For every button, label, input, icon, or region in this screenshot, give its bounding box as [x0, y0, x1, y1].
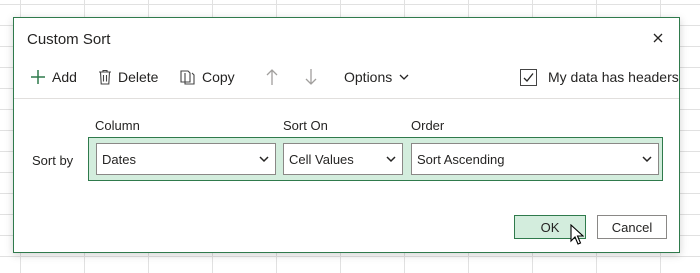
sort-by-label: Sort by	[32, 153, 74, 168]
headers-checkbox[interactable]	[520, 68, 537, 86]
ok-label: OK	[540, 219, 560, 235]
order-header: Order	[411, 118, 445, 133]
add-label: Add	[52, 69, 77, 85]
copy-level-button[interactable]: Copy	[180, 66, 235, 88]
close-icon	[653, 33, 663, 43]
copy-label: Copy	[202, 69, 235, 85]
plus-icon	[31, 70, 45, 84]
delete-label: Delete	[118, 69, 159, 85]
sort-on-header: Sort On	[283, 118, 328, 133]
ok-button[interactable]: OK	[514, 215, 586, 239]
move-up-button[interactable]	[264, 67, 280, 87]
chevron-down-icon	[642, 156, 652, 163]
column-select[interactable]: Dates	[96, 143, 276, 175]
order-select[interactable]: Sort Ascending	[411, 143, 659, 175]
toolbar-divider	[14, 98, 679, 99]
chevron-down-icon	[399, 74, 409, 80]
options-button[interactable]: Options	[344, 66, 410, 88]
dialog-title: Custom Sort	[27, 31, 111, 48]
copy-icon	[180, 70, 195, 85]
arrow-down-icon	[305, 69, 317, 85]
column-header: Column	[95, 118, 140, 133]
cancel-label: Cancel	[611, 219, 653, 235]
delete-level-button[interactable]: Delete	[98, 66, 158, 88]
arrow-up-icon	[266, 69, 278, 85]
options-label: Options	[344, 69, 393, 85]
trash-icon	[99, 69, 111, 85]
column-select-value: Dates	[102, 151, 136, 167]
sort-on-select-value: Cell Values	[289, 151, 354, 167]
sort-on-select[interactable]: Cell Values	[283, 143, 403, 175]
close-button[interactable]	[647, 27, 669, 49]
move-down-button[interactable]	[303, 67, 319, 87]
add-level-button[interactable]: Add	[30, 66, 77, 88]
checkmark-icon	[523, 72, 534, 82]
order-select-value: Sort Ascending	[417, 151, 505, 167]
cancel-button[interactable]: Cancel	[597, 215, 667, 239]
chevron-down-icon	[259, 156, 269, 163]
headers-checkbox-label: My data has headers	[548, 69, 679, 85]
chevron-down-icon	[386, 156, 396, 163]
my-data-has-headers-toggle[interactable]: My data has headers	[520, 67, 679, 87]
custom-sort-dialog: Custom Sort Add Delete Copy Options My d…	[13, 17, 680, 253]
